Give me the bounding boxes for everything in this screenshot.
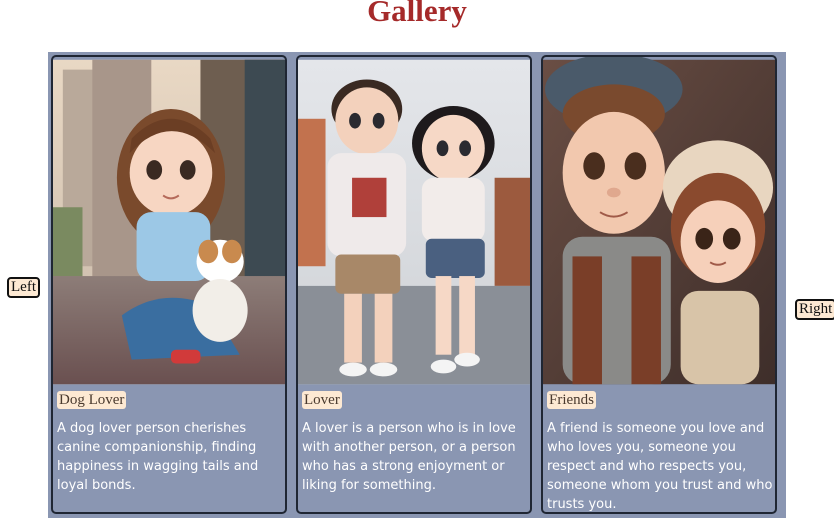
card-label: Dog Lover — [57, 391, 127, 409]
gallery-card-lover: Lover A lover is a person who is in love… — [296, 55, 532, 514]
left-button[interactable]: Left — [7, 277, 40, 298]
couple-holding-hands-image — [298, 59, 530, 385]
card-label: Friends — [547, 391, 596, 409]
gallery-container: Dog Lover A dog lover person cherishes c… — [48, 52, 786, 518]
card-description: A friend is someone you love and who lov… — [547, 421, 773, 512]
gallery-card-friends: Friends A friend is someone you love and… — [541, 55, 777, 514]
card-description: A lover is a person who is in love with … — [302, 421, 516, 493]
boy-and-girl-friends-image — [543, 57, 775, 385]
right-button[interactable]: Right — [795, 299, 834, 320]
gallery-card-dog-lover: Dog Lover A dog lover person cherishes c… — [51, 55, 287, 514]
card-description: A dog lover person cherishes canine comp… — [57, 421, 259, 493]
page-title: Gallery — [367, 0, 467, 28]
girl-with-dog-image — [53, 59, 285, 385]
card-label: Lover — [302, 391, 342, 409]
